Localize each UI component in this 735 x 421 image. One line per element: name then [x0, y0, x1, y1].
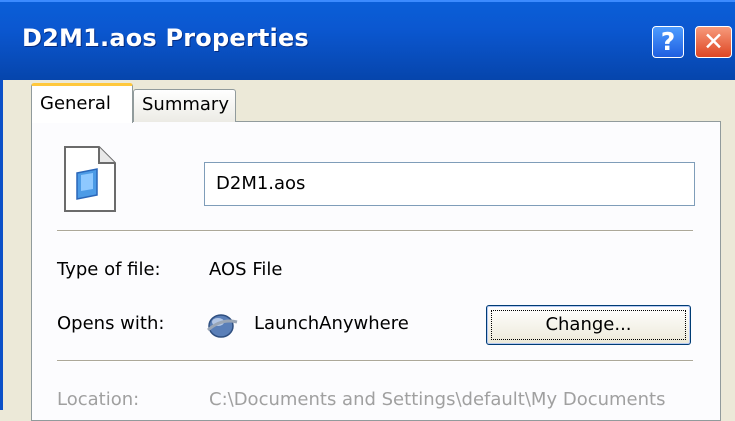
- focus-ring: [491, 310, 686, 340]
- launchanywhere-icon: [207, 314, 238, 338]
- help-button[interactable]: ?: [652, 26, 684, 58]
- change-button[interactable]: Change...: [486, 305, 691, 345]
- document-icon: [64, 146, 116, 212]
- type-of-file-label: Type of file:: [57, 259, 161, 280]
- file-name-input[interactable]: D2M1.aos: [204, 162, 695, 206]
- location-value: C:\Documents and Settings\default\My Doc…: [209, 389, 666, 410]
- tab-summary[interactable]: Summary: [133, 89, 236, 122]
- tab-general[interactable]: General: [31, 83, 133, 123]
- divider: [57, 230, 693, 232]
- close-button[interactable]: ✕: [695, 26, 732, 58]
- divider: [57, 360, 693, 362]
- type-of-file-value: AOS File: [209, 259, 283, 280]
- opens-with-value: LaunchAnywhere: [254, 313, 409, 334]
- opens-with-label: Opens with:: [57, 313, 165, 334]
- window-title: D2M1.aos Properties: [22, 24, 309, 52]
- location-label: Location:: [57, 389, 140, 410]
- title-bar[interactable]: D2M1.aos Properties ? ✕: [0, 0, 735, 80]
- properties-dialog: D2M1.aos Properties ? ✕ General Summary …: [0, 0, 735, 421]
